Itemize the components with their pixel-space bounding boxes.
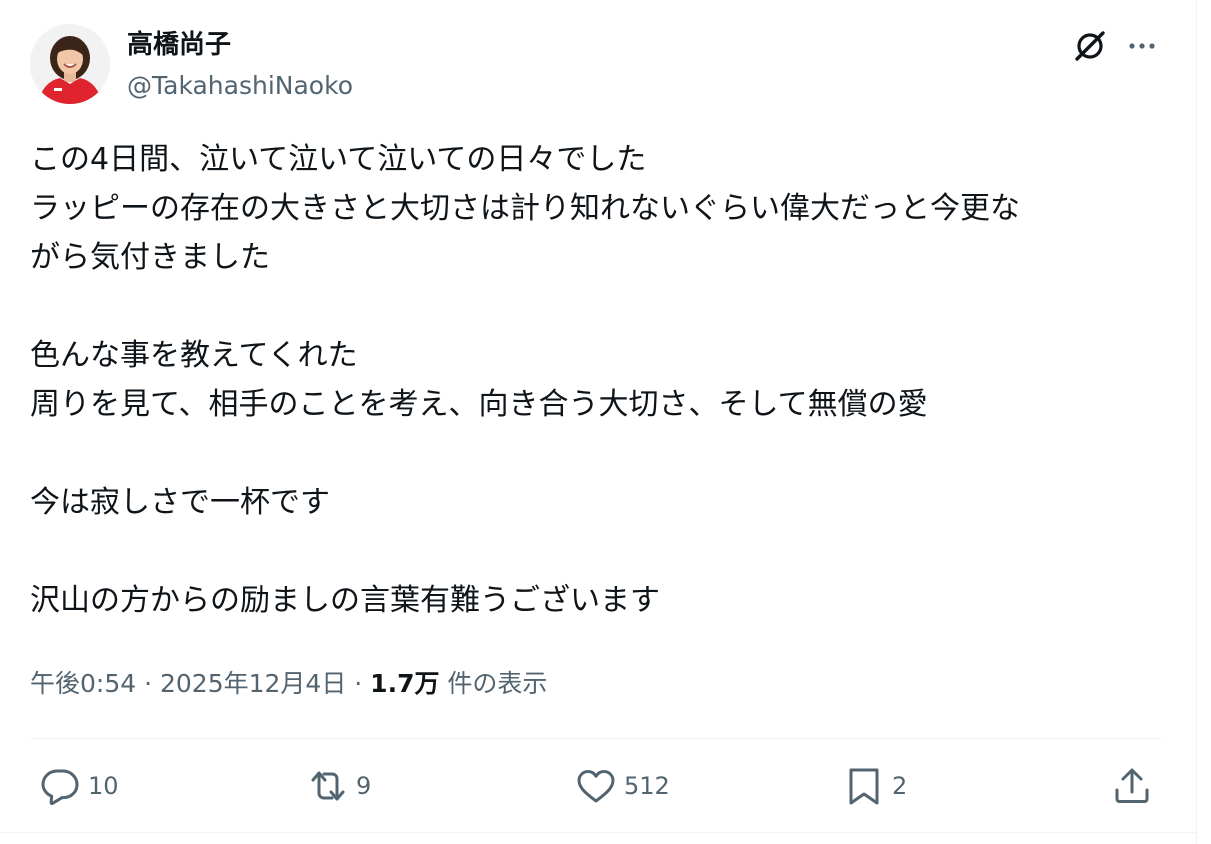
bookmark-count: 2 xyxy=(892,772,908,800)
bookmark-button[interactable]: 2 xyxy=(842,764,907,808)
like-button[interactable]: 512 xyxy=(574,764,670,808)
more-icon[interactable] xyxy=(1122,26,1162,66)
column-border xyxy=(1196,0,1197,844)
repost-count: 9 xyxy=(356,772,372,800)
like-count: 512 xyxy=(624,772,670,800)
tweet-line: この4日間、泣いて泣いて泣いての日々でした xyxy=(30,142,647,177)
bookmark-icon xyxy=(842,764,886,808)
tweet-date[interactable]: 2025年12月4日 xyxy=(160,669,346,698)
grok-icon[interactable] xyxy=(1070,26,1110,66)
tweet-line: 沢山の方からの励ましの言葉有難うございます xyxy=(30,583,660,618)
tweet-line xyxy=(30,527,1170,576)
tweet-line: ラッピーの存在の大きさと大切さは計り知れないぐらい偉大だっと今更な xyxy=(30,191,1020,226)
views-count: 1.7万 xyxy=(370,669,440,698)
reply-count: 10 xyxy=(88,772,119,800)
display-name[interactable]: 高橋尚子 xyxy=(127,28,231,62)
tweet-meta: 午後0:54 · 2025年12月4日 · 1.7万 件の表示 xyxy=(30,662,547,706)
tweet-line: 今は寂しさで一杯です xyxy=(30,485,330,520)
tweet-line xyxy=(30,429,1170,478)
tweet-line: 色んな事を教えてくれた xyxy=(30,338,358,373)
tweet-line: 周りを見て、相手のことを考え、向き合う大切さ、そして無償の愛 xyxy=(30,387,928,422)
divider xyxy=(30,738,1162,739)
reply-icon xyxy=(38,764,82,808)
views-label: 件の表示 xyxy=(447,669,548,698)
repost-icon xyxy=(306,764,350,808)
reply-button[interactable]: 10 xyxy=(38,764,119,808)
share-button[interactable] xyxy=(1110,764,1154,808)
tweet-time[interactable]: 午後0:54 xyxy=(30,669,136,698)
tweet-line xyxy=(30,282,1170,331)
tweet-detail: 高橋尚子 @TakahashiNaoko この4日間、泣いて泣いて泣いての日々で… xyxy=(0,0,1211,844)
tweet-text: この4日間、泣いて泣いて泣いての日々でした ラッピーの存在の大きさと大切さは計り… xyxy=(30,135,1170,625)
avatar[interactable] xyxy=(30,24,110,104)
handle[interactable]: @TakahashiNaoko xyxy=(127,70,353,102)
repost-button[interactable]: 9 xyxy=(306,764,371,808)
meta-separator: · xyxy=(136,669,160,698)
bottom-border xyxy=(0,832,1196,833)
share-icon xyxy=(1110,764,1154,808)
tweet-line: がら気付きました xyxy=(30,240,270,275)
meta-separator: · xyxy=(346,669,371,698)
heart-icon xyxy=(574,764,618,808)
